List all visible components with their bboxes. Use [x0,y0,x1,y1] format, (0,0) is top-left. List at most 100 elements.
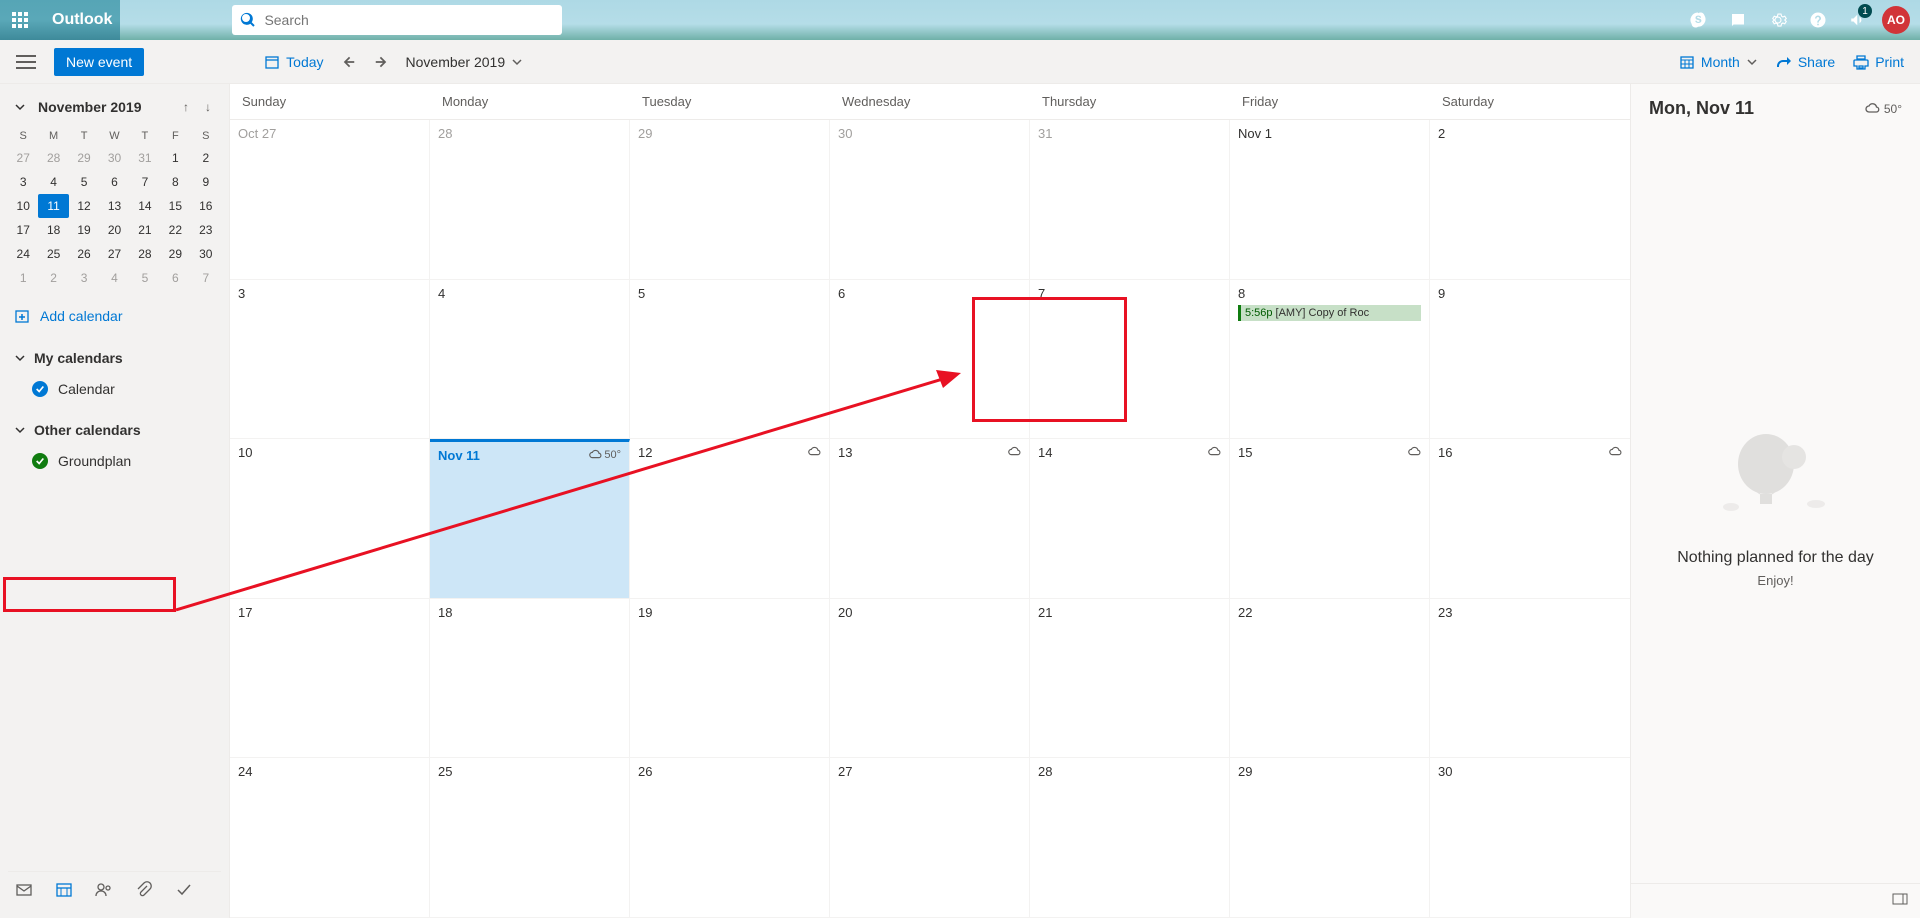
mini-day-cell[interactable]: 28 [38,146,68,170]
mini-day-cell[interactable]: 6 [99,170,129,194]
mini-prev-button[interactable]: ↑ [179,98,193,116]
mini-day-cell[interactable]: 6 [160,266,190,290]
calendar-day-cell[interactable]: 20 [830,599,1030,758]
app-launcher-button[interactable] [0,0,40,40]
calendar-day-cell[interactable]: 29 [1230,758,1430,917]
mini-day-cell[interactable]: 24 [8,242,38,266]
mini-day-cell[interactable]: 13 [99,194,129,218]
mini-day-cell[interactable]: 27 [99,242,129,266]
mini-day-cell[interactable]: 3 [8,170,38,194]
calendar-day-cell[interactable]: 24 [230,758,430,917]
calendar-day-cell[interactable]: 30 [830,120,1030,279]
calendar-day-cell[interactable]: 12 [630,439,830,598]
mini-day-cell[interactable]: 21 [130,218,160,242]
settings-button[interactable] [1758,0,1798,40]
calendar-day-cell[interactable]: 13 [830,439,1030,598]
mini-day-cell[interactable]: 23 [191,218,221,242]
help-button[interactable] [1798,0,1838,40]
mini-day-cell[interactable]: 26 [69,242,99,266]
mini-day-cell[interactable]: 10 [8,194,38,218]
mini-day-cell[interactable]: 14 [130,194,160,218]
mini-day-cell[interactable]: 1 [160,146,190,170]
calendar-day-cell[interactable]: 26 [630,758,830,917]
mini-day-cell[interactable]: 2 [191,146,221,170]
share-button[interactable]: Share [1776,54,1835,70]
calendar-day-cell[interactable]: 21 [1030,599,1230,758]
calendar-day-cell[interactable]: 2 [1430,120,1630,279]
megaphone-button[interactable]: 1 [1838,0,1878,40]
calendar-day-cell[interactable]: 10 [230,439,430,598]
hamburger-button[interactable] [16,52,36,72]
new-event-button[interactable]: New event [54,48,144,76]
calendar-day-cell[interactable]: 6 [830,280,1030,439]
calendar-day-cell[interactable]: 9 [1430,280,1630,439]
event-chip[interactable]: 5:56p[AMY] Copy of Roc [1238,305,1421,321]
my-calendars-section[interactable]: My calendars [8,342,221,374]
skype-button[interactable] [1678,0,1718,40]
search-box[interactable] [232,5,562,35]
mini-day-cell[interactable]: 29 [160,242,190,266]
calendar-day-cell[interactable]: 30 [1430,758,1630,917]
mini-next-button[interactable]: ↓ [201,98,215,116]
calendar-day-cell[interactable]: 17 [230,599,430,758]
expand-panel-button[interactable] [1892,892,1908,910]
calendar-day-cell[interactable]: 18 [430,599,630,758]
calendar-day-cell[interactable]: 23 [1430,599,1630,758]
mini-day-cell[interactable]: 22 [160,218,190,242]
today-button[interactable]: Today [264,54,323,70]
mini-day-cell[interactable]: 8 [160,170,190,194]
calendar-day-cell[interactable]: 28 [430,120,630,279]
mini-day-cell[interactable]: 18 [38,218,68,242]
view-picker[interactable]: Month [1679,54,1758,70]
weather-badge[interactable] [1407,445,1421,459]
notes-button[interactable] [1718,0,1758,40]
avatar[interactable]: AO [1882,6,1910,34]
mini-day-cell[interactable]: 20 [99,218,129,242]
search-input[interactable] [264,12,554,28]
right-panel-weather[interactable]: 50° [1864,101,1902,117]
weather-badge[interactable]: 50° [588,448,621,462]
mini-day-cell[interactable]: 7 [130,170,160,194]
chevron-down-icon[interactable] [14,101,26,113]
calendar-day-cell[interactable]: 3 [230,280,430,439]
other-calendars-section[interactable]: Other calendars [8,414,221,446]
next-arrow-button[interactable] [374,55,388,69]
mini-day-cell[interactable]: 1 [8,266,38,290]
calendar-day-cell[interactable]: 29 [630,120,830,279]
calendar-nav-button[interactable] [54,880,74,900]
calendar-day-cell[interactable]: Oct 27 [230,120,430,279]
mini-day-cell[interactable]: 4 [38,170,68,194]
calendar-day-cell[interactable]: 4 [430,280,630,439]
calendar-day-cell[interactable]: 19 [630,599,830,758]
mini-day-cell[interactable]: 5 [69,170,99,194]
prev-arrow-button[interactable] [342,55,356,69]
mini-day-cell[interactable]: 19 [69,218,99,242]
print-button[interactable]: Print [1853,54,1904,70]
mini-day-cell[interactable]: 3 [69,266,99,290]
calendar-day-cell[interactable]: 14 [1030,439,1230,598]
calendar-day-cell[interactable]: 22 [1230,599,1430,758]
month-picker[interactable]: November 2019 [406,54,524,70]
mini-day-cell[interactable]: 28 [130,242,160,266]
mini-day-cell[interactable]: 9 [191,170,221,194]
mail-nav-button[interactable] [14,880,34,900]
calendar-item-default[interactable]: Calendar [8,374,221,404]
mini-day-cell[interactable]: 5 [130,266,160,290]
files-nav-button[interactable] [134,880,154,900]
mini-day-cell[interactable]: 7 [191,266,221,290]
mini-cal-title[interactable]: November 2019 [38,99,171,115]
mini-day-cell[interactable]: 30 [191,242,221,266]
mini-day-cell[interactable]: 16 [191,194,221,218]
mini-day-cell[interactable]: 4 [99,266,129,290]
calendar-day-cell[interactable]: 5 [630,280,830,439]
calendar-day-cell[interactable]: Nov 1150° [430,439,630,598]
mini-day-cell[interactable]: 29 [69,146,99,170]
calendar-item-groundplan[interactable]: Groundplan [8,446,221,476]
weather-badge[interactable] [1207,445,1221,459]
calendar-day-cell[interactable]: 25 [430,758,630,917]
calendar-day-cell[interactable]: 15 [1230,439,1430,598]
weather-badge[interactable] [1608,445,1622,459]
calendar-day-cell[interactable]: 7 [1030,280,1230,439]
calendar-day-cell[interactable]: 16 [1430,439,1630,598]
calendar-day-cell[interactable]: 85:56p[AMY] Copy of Roc [1230,280,1430,439]
